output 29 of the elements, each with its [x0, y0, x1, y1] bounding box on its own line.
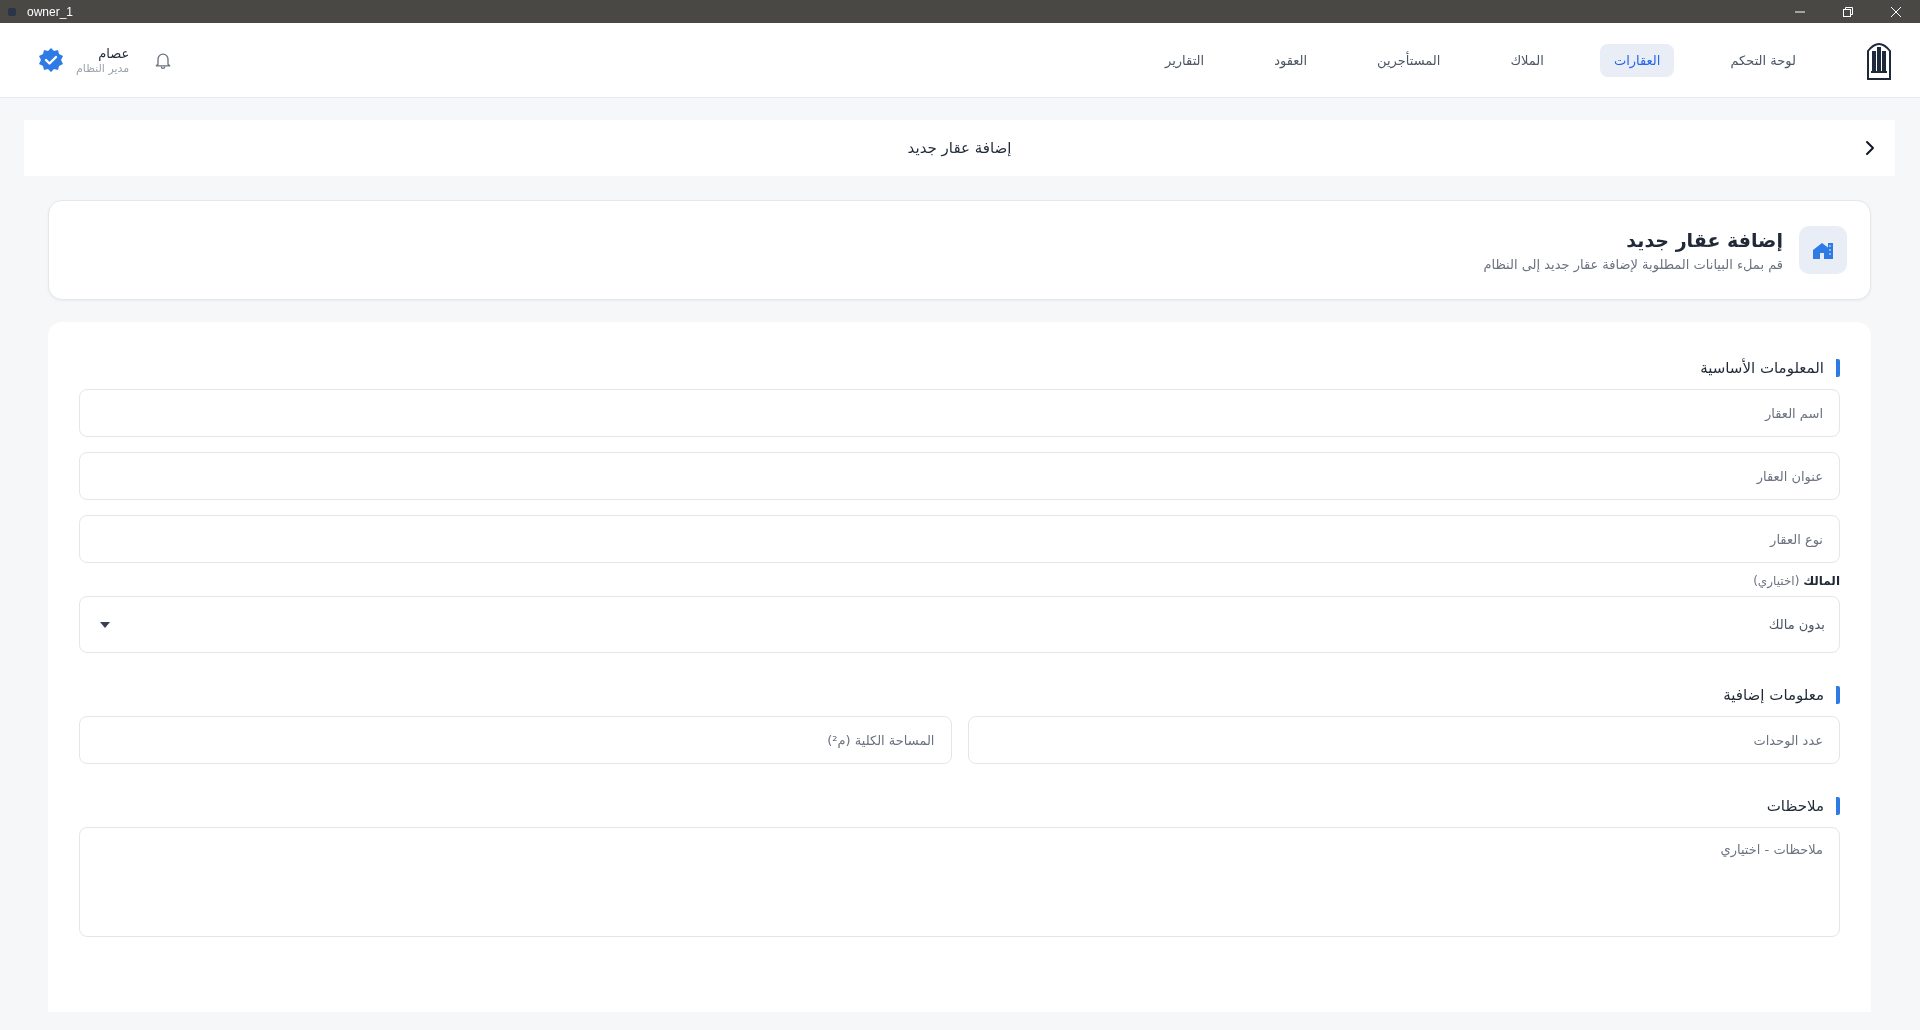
nav-tab[interactable]: التقارير [1151, 43, 1219, 77]
caret-down-icon [100, 621, 110, 628]
notes-field[interactable]: ملاحظات - اختياري [79, 827, 1840, 937]
text-field[interactable]: نوع العقار [79, 515, 1840, 563]
restore-icon[interactable] [1843, 6, 1853, 17]
owner-select[interactable]: بدون مالك [79, 596, 1840, 653]
user-role: مدير النظام [76, 61, 130, 75]
house-icon [1812, 240, 1834, 260]
card-subtitle: قم بملء البيانات المطلوبة لإضافة عقار جديد إلى النظام [1483, 256, 1783, 272]
text-field[interactable]: عنوان العقار [79, 452, 1840, 500]
section-heading: معلومات إضافية [1723, 686, 1840, 704]
close-icon[interactable] [1891, 6, 1901, 17]
user-name: عصام [97, 45, 130, 61]
nav-tab[interactable]: لوحة التحكم [1716, 43, 1810, 77]
app-icon [7, 6, 17, 17]
text-field[interactable]: المساحة الكلية (م²) [79, 716, 952, 764]
field-label: المالك (اختياري) [1752, 574, 1840, 588]
text-field[interactable]: عدد الوحدات [967, 716, 1840, 764]
nav-tab[interactable]: العقارات [1599, 43, 1675, 77]
page-title: إضافة عقار جديد [907, 139, 1012, 157]
section-heading: ملاحظات [1766, 797, 1840, 815]
nav-tab[interactable]: المستأجرين [1363, 43, 1455, 77]
verified-badge-icon [38, 47, 64, 73]
nav-tab[interactable]: العقود [1260, 43, 1322, 77]
nav-tab[interactable]: الملاك [1496, 43, 1558, 77]
section-heading: المعلومات الأساسية [1700, 359, 1840, 377]
card-title: إضافة عقار جديد [1625, 228, 1783, 251]
window-title: owner_1 [27, 4, 74, 19]
text-field[interactable]: اسم العقار [79, 389, 1840, 437]
